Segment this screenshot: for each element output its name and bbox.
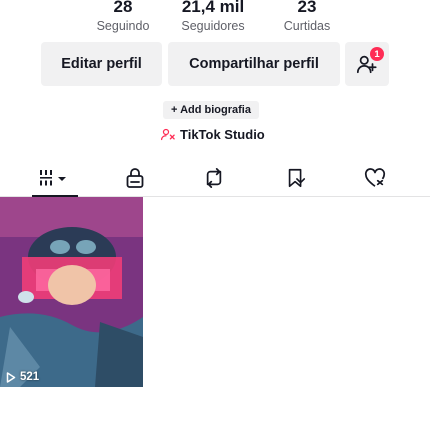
studio-icon — [161, 128, 176, 141]
bookmark-icon — [285, 167, 307, 189]
likes-count: 23 — [297, 0, 317, 16]
add-friends-button[interactable]: 1 — [345, 42, 389, 86]
add-bio-button[interactable]: + Add biografia — [163, 101, 259, 119]
profile-tabs — [0, 160, 430, 197]
grid-icon — [37, 168, 73, 188]
thumbnail-image — [0, 197, 143, 387]
notification-badge: 1 — [370, 47, 384, 61]
profile-stats: 28 Seguindo 21,4 mil Seguidores 23 Curti… — [0, 0, 430, 44]
tab-private[interactable] — [115, 162, 155, 194]
share-profile-button[interactable]: Compartilhar perfil — [168, 42, 340, 86]
likes-label: Curtidas — [283, 19, 331, 33]
likes-stat[interactable]: 23 Curtidas — [252, 0, 362, 33]
edit-profile-button[interactable]: Editar perfil — [41, 42, 162, 86]
video-thumbnail[interactable]: 521 — [0, 197, 143, 387]
tab-videos[interactable] — [35, 162, 75, 194]
tab-saved[interactable] — [276, 162, 316, 194]
heart-icon — [364, 168, 386, 188]
studio-label: TikTok Studio — [180, 127, 265, 142]
view-count-value: 521 — [20, 371, 40, 383]
play-icon — [6, 371, 16, 383]
repost-icon — [203, 168, 225, 188]
tab-reposts[interactable] — [194, 162, 234, 194]
lock-icon — [125, 167, 145, 189]
tiktok-studio-link[interactable]: TikTok Studio — [161, 127, 265, 142]
view-count: 521 — [6, 371, 39, 383]
tab-liked[interactable] — [355, 162, 395, 194]
